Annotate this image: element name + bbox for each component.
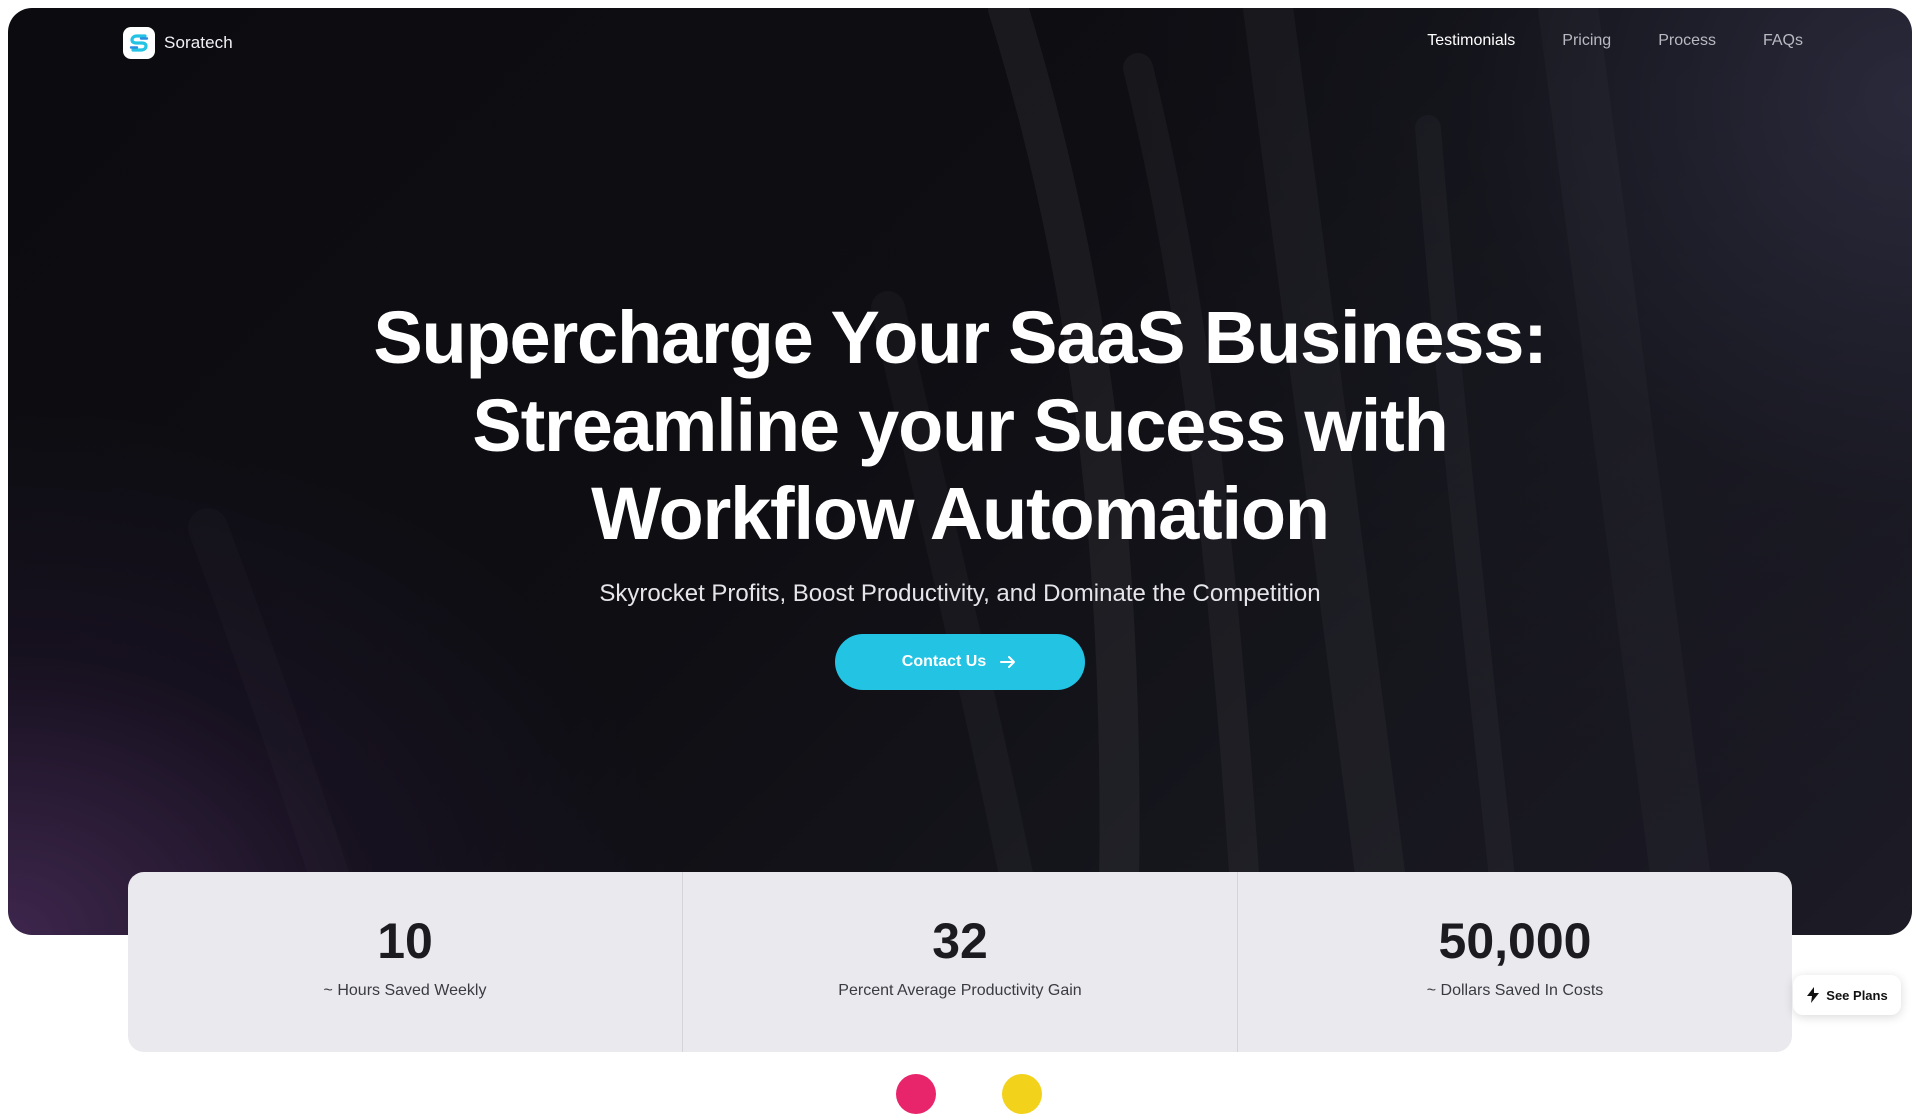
stat-hours-saved: 10 ~ Hours Saved Weekly bbox=[128, 872, 682, 1052]
nav-link-pricing[interactable]: Pricing bbox=[1562, 32, 1611, 50]
lightning-icon bbox=[1807, 987, 1820, 1003]
headline-line-3: Workflow Automation bbox=[591, 472, 1330, 555]
nav-link-testimonials[interactable]: Testimonials bbox=[1427, 32, 1515, 50]
headline-line-1: Supercharge Your SaaS Business: bbox=[373, 296, 1547, 379]
nav-link-faqs[interactable]: FAQs bbox=[1763, 32, 1803, 50]
see-plans-label: See Plans bbox=[1826, 987, 1888, 1003]
hero-subheadline: Skyrocket Profits, Boost Productivity, a… bbox=[599, 580, 1321, 607]
nav-links: Testimonials Pricing Process FAQs bbox=[1427, 32, 1803, 50]
contact-us-button[interactable]: Contact Us bbox=[835, 634, 1085, 690]
stat-productivity-gain: 32 Percent Average Productivity Gain bbox=[682, 872, 1237, 1052]
stat-value: 50,000 bbox=[1438, 913, 1592, 969]
arrow-right-icon bbox=[1000, 656, 1016, 668]
headline-line-2: Streamline your Sucess with bbox=[472, 384, 1448, 467]
decorative-circle-yellow bbox=[1002, 1074, 1042, 1114]
decorative-circle-pink bbox=[896, 1074, 936, 1114]
see-plans-button[interactable]: See Plans bbox=[1793, 975, 1901, 1015]
top-nav: Soratech Testimonials Pricing Process FA… bbox=[8, 8, 1912, 84]
stat-label: ~ Hours Saved Weekly bbox=[323, 982, 487, 999]
brand-name: Soratech bbox=[164, 33, 233, 52]
soratech-logo-icon bbox=[123, 27, 155, 59]
nav-link-process[interactable]: Process bbox=[1658, 32, 1716, 50]
hero-headline: Supercharge Your SaaS Business: Streamli… bbox=[8, 294, 1912, 558]
brand[interactable]: Soratech bbox=[123, 27, 233, 59]
hero-section: Soratech Testimonials Pricing Process FA… bbox=[8, 8, 1912, 935]
stat-label: ~ Dollars Saved In Costs bbox=[1426, 982, 1604, 999]
stat-dollars-saved: 50,000 ~ Dollars Saved In Costs bbox=[1237, 872, 1792, 1052]
stat-value: 10 bbox=[377, 913, 433, 969]
stat-label: Percent Average Productivity Gain bbox=[838, 982, 1082, 999]
stats-panel: 10 ~ Hours Saved Weekly 32 Percent Avera… bbox=[128, 872, 1792, 1052]
contact-us-label: Contact Us bbox=[901, 653, 987, 670]
stat-value: 32 bbox=[932, 913, 988, 969]
